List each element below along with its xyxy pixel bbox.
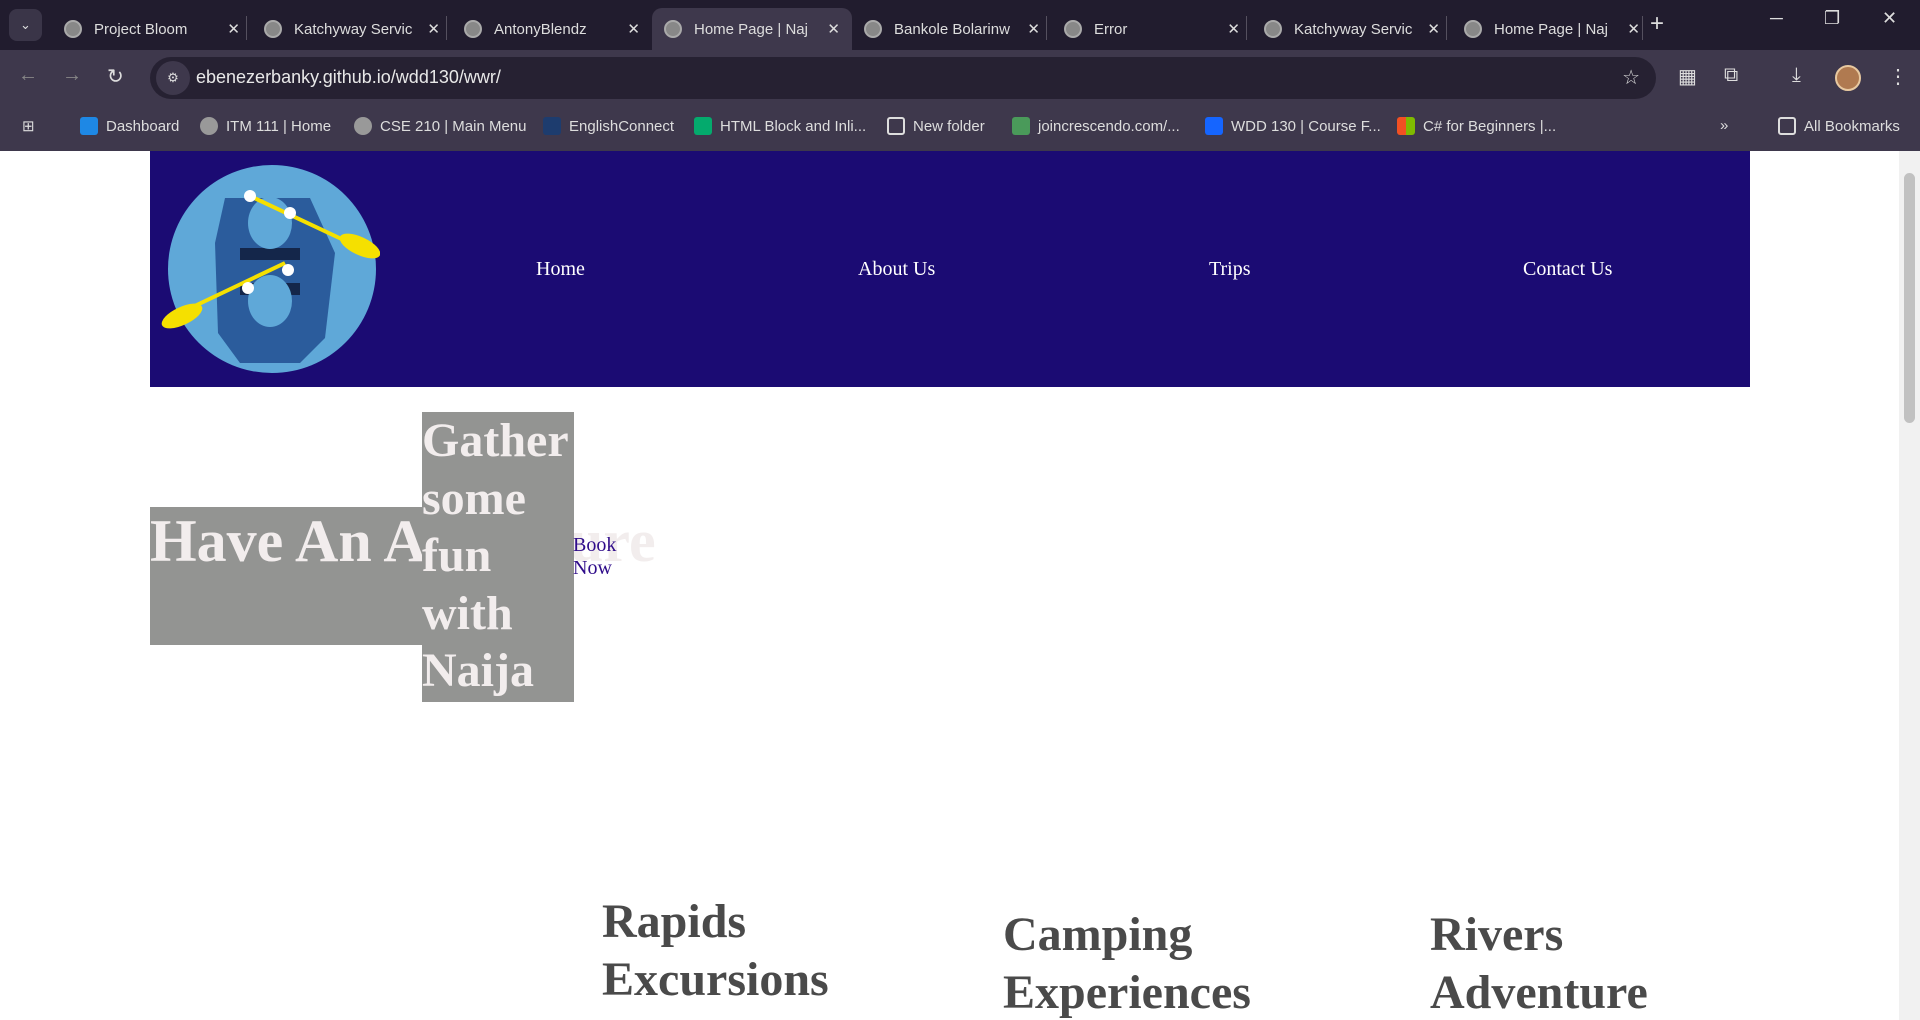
tab-search-button[interactable]: ⌄ <box>9 9 42 41</box>
bookmark[interactable]: joincrescendo.com/... <box>1012 117 1180 135</box>
tab[interactable]: AntonyBlendz ✕ <box>452 8 652 50</box>
tab[interactable]: Project Bloom ✕ <box>52 8 252 50</box>
globe-icon <box>1064 20 1082 38</box>
site-header: Home About Us Trips Contact Us <box>150 151 1750 387</box>
feature-rapids: Rapids Excursions <box>602 895 829 1006</box>
folder-icon <box>1778 117 1796 135</box>
minimize-button[interactable]: ─ <box>1770 8 1783 29</box>
bookmark[interactable]: EnglishConnect <box>543 117 674 135</box>
feature-camping: Camping Experiences <box>1003 908 1251 1019</box>
new-tab-button[interactable]: + <box>1650 10 1664 38</box>
globe-icon <box>664 20 682 38</box>
web-page: Home About Us Trips Contact Us Have An A… <box>0 151 1899 1020</box>
scrollbar[interactable] <box>1899 151 1920 1020</box>
bookmarks-bar: ⊞ Dashboard ITM 111 | Home CSE 210 | Mai… <box>0 105 1920 151</box>
bookmark[interactable]: C# for Beginners |... <box>1397 117 1556 135</box>
forward-button[interactable]: → <box>62 64 82 87</box>
close-tab-icon[interactable]: ✕ <box>627 20 640 38</box>
bookmark-icon <box>543 117 561 135</box>
tab[interactable]: Bankole Bolarinw ✕ <box>852 8 1052 50</box>
close-tab-icon[interactable]: ✕ <box>227 20 240 38</box>
nav-about-us[interactable]: About Us <box>858 258 935 281</box>
close-tab-icon[interactable]: ✕ <box>827 20 840 38</box>
address-bar[interactable]: ⚙ ebenezerbanky.github.io/wdd130/wwr/ ☆ <box>150 57 1656 99</box>
folder-icon <box>887 117 905 135</box>
download-icon[interactable]: ⤓ <box>1792 64 1801 87</box>
globe-icon <box>264 20 282 38</box>
globe-icon <box>864 20 882 38</box>
more-bookmarks-button[interactable]: » <box>1720 117 1728 134</box>
bookmark-icon <box>1012 117 1030 135</box>
feature-rivers: Rivers Adventure <box>1430 908 1648 1019</box>
globe-icon <box>1264 20 1282 38</box>
bookmark[interactable]: CSE 210 | Main Menu <box>354 117 526 135</box>
bookmark[interactable]: Dashboard <box>80 117 179 135</box>
tab[interactable]: Home Page | Naj ✕ <box>1452 8 1652 50</box>
site-info-icon[interactable]: ⚙ <box>156 61 190 95</box>
nav-home[interactable]: Home <box>536 258 585 281</box>
nav-trips[interactable]: Trips <box>1209 258 1251 281</box>
globe-icon <box>1464 20 1482 38</box>
close-tab-icon[interactable]: ✕ <box>1227 20 1240 38</box>
bookmark-star-icon[interactable]: ☆ <box>1622 65 1640 90</box>
hero-subtitle: Gather some fun with Naija <box>422 412 574 702</box>
tab-active[interactable]: Home Page | Naj ✕ <box>652 8 852 50</box>
close-tab-icon[interactable]: ✕ <box>1427 20 1440 38</box>
maximize-button[interactable]: ❐ <box>1824 8 1840 29</box>
tab-bar: ⌄ Project Bloom ✕ Katchyway Servic ✕ Anton… <box>0 0 1920 50</box>
scrollbar-thumb[interactable] <box>1904 173 1915 423</box>
globe-icon <box>464 20 482 38</box>
tab[interactable]: Katchyway Servic ✕ <box>1252 8 1452 50</box>
all-bookmarks[interactable]: All Bookmarks <box>1778 117 1900 135</box>
globe-icon <box>64 20 82 38</box>
globe-icon <box>200 117 218 135</box>
extensions-icon[interactable]: ⧉ <box>1724 64 1738 87</box>
bookmark-icon <box>1205 117 1223 135</box>
nav-contact-us[interactable]: Contact Us <box>1523 258 1612 281</box>
menu-icon[interactable]: ⋮ <box>1888 64 1908 89</box>
toolbar: ← → ↻ ⚙ ebenezerbanky.github.io/wdd130/w… <box>0 50 1920 105</box>
browser-chrome: ⌄ Project Bloom ✕ Katchyway Servic ✕ Anton… <box>0 0 1920 151</box>
back-button[interactable]: ← <box>18 64 38 87</box>
bookmark[interactable]: WDD 130 | Course F... <box>1205 117 1381 135</box>
bookmark-folder[interactable]: New folder <box>887 117 985 135</box>
tab[interactable]: Katchyway Servic ✕ <box>252 8 452 50</box>
w3schools-icon <box>694 117 712 135</box>
rafting-logo <box>161 165 380 373</box>
globe-icon <box>354 117 372 135</box>
apps-icon[interactable]: ⊞ <box>22 117 35 135</box>
bookmark-icon <box>80 117 98 135</box>
url-text[interactable]: ebenezerbanky.github.io/wdd130/wwr/ <box>196 67 501 88</box>
tab[interactable]: Error ✕ <box>1052 8 1252 50</box>
bookmark[interactable]: HTML Block and Inli... <box>694 117 866 135</box>
close-tab-icon[interactable]: ✕ <box>427 20 440 38</box>
profile-avatar[interactable] <box>1835 65 1861 91</box>
qr-code-icon[interactable]: ▦ <box>1678 64 1697 89</box>
reload-button[interactable]: ↻ <box>107 64 124 89</box>
close-tab-icon[interactable]: ✕ <box>1027 20 1040 38</box>
hero-title: Have An Adventure <box>150 507 656 645</box>
close-window-button[interactable]: ✕ <box>1882 8 1897 29</box>
close-tab-icon[interactable]: ✕ <box>1627 20 1640 38</box>
bookmark[interactable]: ITM 111 | Home <box>200 117 331 135</box>
book-now-link[interactable]: Book Now <box>573 534 623 580</box>
microsoft-icon <box>1397 117 1415 135</box>
